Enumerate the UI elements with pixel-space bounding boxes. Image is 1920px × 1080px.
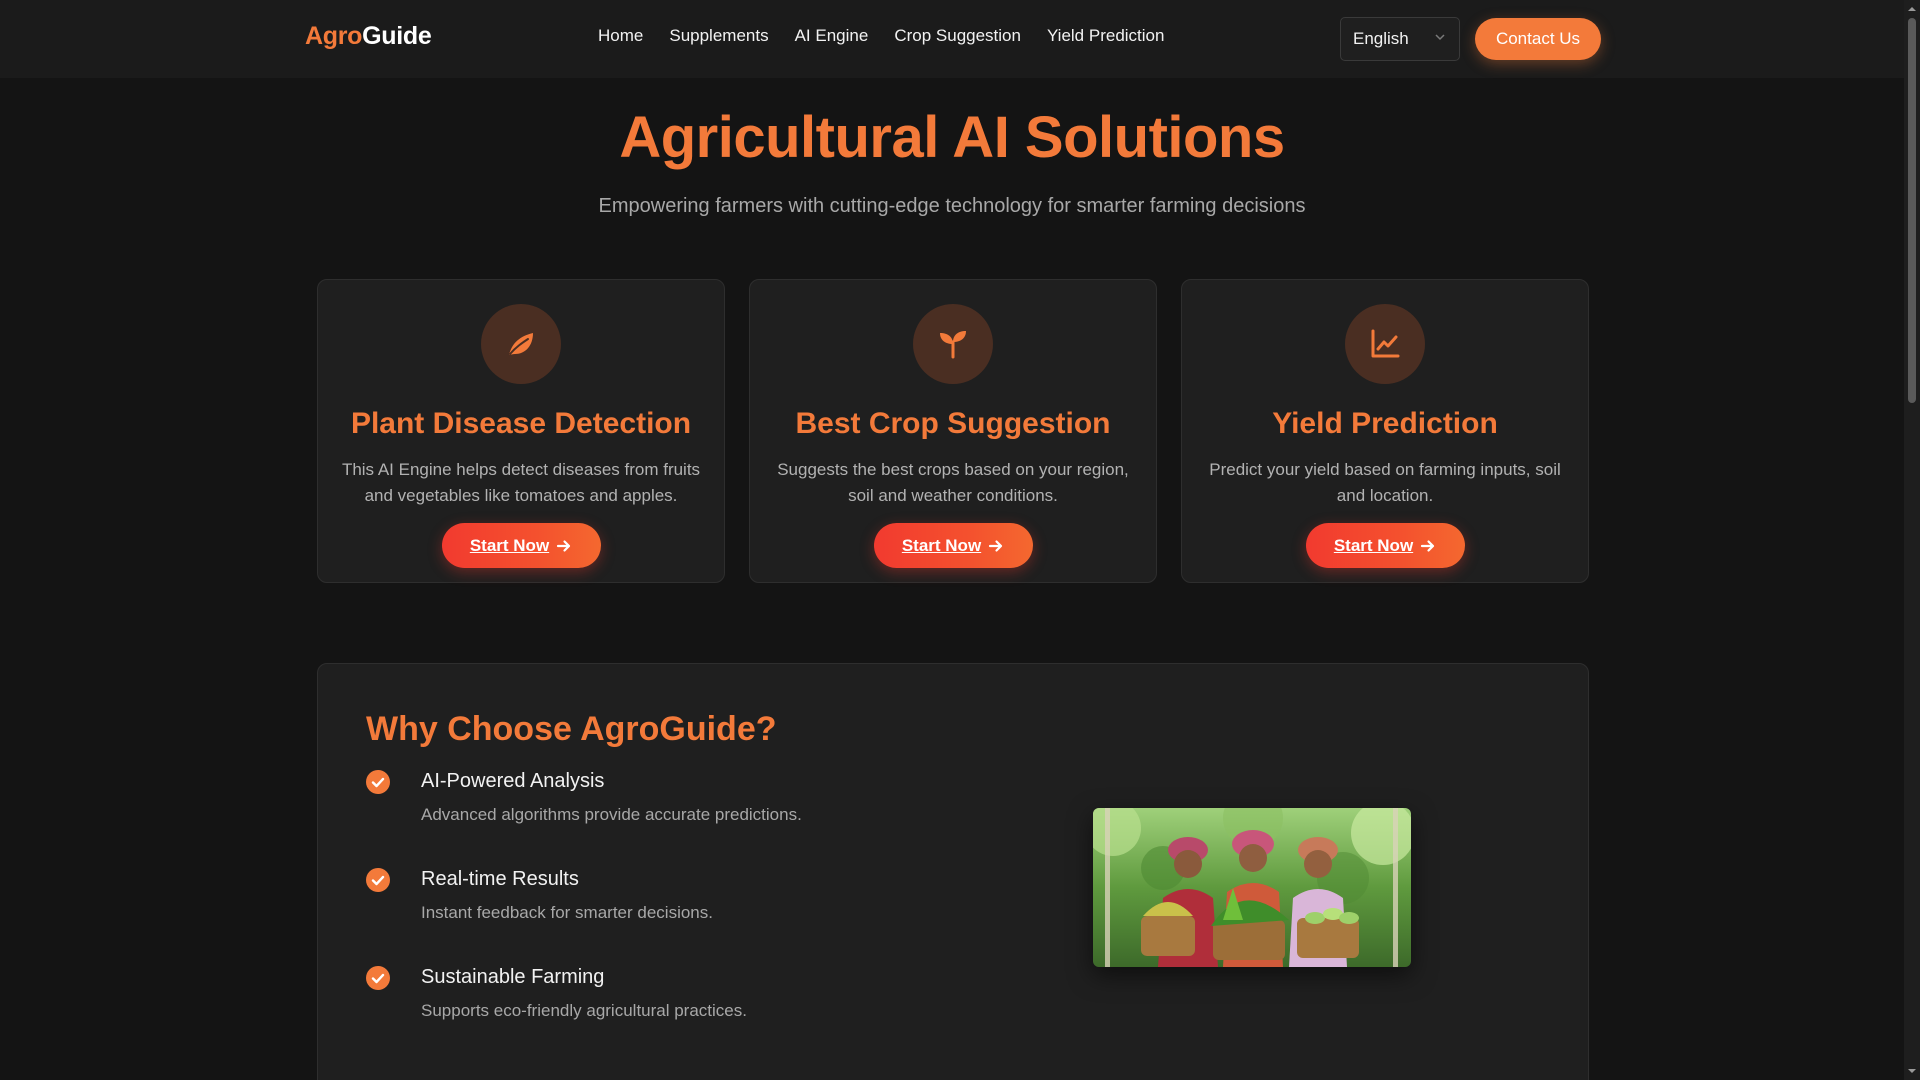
leaf-icon [509,333,533,355]
logo-part-guide: Guide [362,22,432,50]
nav-links: Home Supplements AI Engine Crop Suggesti… [598,26,1190,46]
arrow-right-icon [989,539,1003,552]
why-title: Why Choose AgroGuide? [366,710,777,748]
seedling-icon [940,331,966,359]
nav-link-home[interactable]: Home [598,26,643,46]
card-description: Predict your yield based on farming inpu… [1209,460,1561,505]
nav-link-yield-prediction[interactable]: Yield Prediction [1047,26,1165,46]
contact-us-button[interactable]: Contact Us [1475,18,1601,60]
start-now-button[interactable]: Start Now [442,523,601,568]
feature-description: Advanced algorithms provide accurate pre… [421,805,802,824]
chart-line-icon [1371,329,1400,358]
check-circle-icon [366,770,390,794]
feature-title: Real-time Results [421,868,579,890]
card-best-crop-suggestion: Best Crop Suggestion Suggests the best c… [749,279,1157,583]
card-plant-disease-detection: Plant Disease Detection This AI Engine h… [317,279,725,583]
card-title: Yield Prediction [1272,407,1498,440]
language-select[interactable]: English [1340,17,1460,61]
arrow-right-icon [557,539,571,552]
start-now-label: Start Now [1333,535,1414,555]
card-icon-badge [913,304,993,384]
feature-title: AI-Powered Analysis [421,770,605,792]
hero-title: Agricultural AI Solutions [619,105,1285,170]
navbar: AgroGuide Home Supplements AI Engine Cro… [0,0,1904,78]
farmers-with-vegetables-image [1093,808,1411,967]
card-title: Best Crop Suggestion [795,407,1111,440]
card-title: Plant Disease Detection [350,407,692,440]
card-description: This AI Engine helps detect diseases fro… [341,460,701,505]
logo-part-agro: Agro [305,22,363,50]
nav-link-ai-engine[interactable]: AI Engine [795,26,869,46]
arrow-right-icon [1421,539,1435,552]
start-now-button[interactable]: Start Now [1306,523,1465,568]
card-yield-prediction: Yield Prediction Predict your yield base… [1181,279,1589,583]
chevron-down-icon [1435,34,1445,41]
scroll-down-arrow-icon[interactable] [1907,1066,1917,1076]
farmers-photo [1093,808,1411,967]
language-select-value: English [1353,29,1409,48]
feature-description: Supports eco-friendly agricultural pract… [421,1001,747,1020]
start-now-label: Start Now [901,535,982,555]
page-scrollbar[interactable] [1904,0,1920,1080]
check-circle-icon [366,868,390,892]
why-choose-section: Why Choose AgroGuide? AI-Powered Analysi… [317,663,1589,1080]
card-icon-badge [481,304,561,384]
start-now-label: Start Now [469,535,550,555]
logo[interactable]: AgroGuide [305,22,432,51]
check-circle-icon [366,966,390,990]
card-description: Suggests the best crops based on your re… [777,460,1129,505]
nav-link-supplements[interactable]: Supplements [669,26,768,46]
scroll-up-arrow-icon[interactable] [1907,4,1917,14]
card-icon-badge [1345,304,1425,384]
hero-subtitle: Empowering farmers with cutting-edge tec… [598,195,1306,217]
nav-link-crop-suggestion[interactable]: Crop Suggestion [894,26,1021,46]
start-now-button[interactable]: Start Now [874,523,1033,568]
scrollbar-thumb[interactable] [1908,18,1916,403]
feature-title: Sustainable Farming [421,966,605,988]
feature-description: Instant feedback for smarter decisions. [421,903,713,922]
